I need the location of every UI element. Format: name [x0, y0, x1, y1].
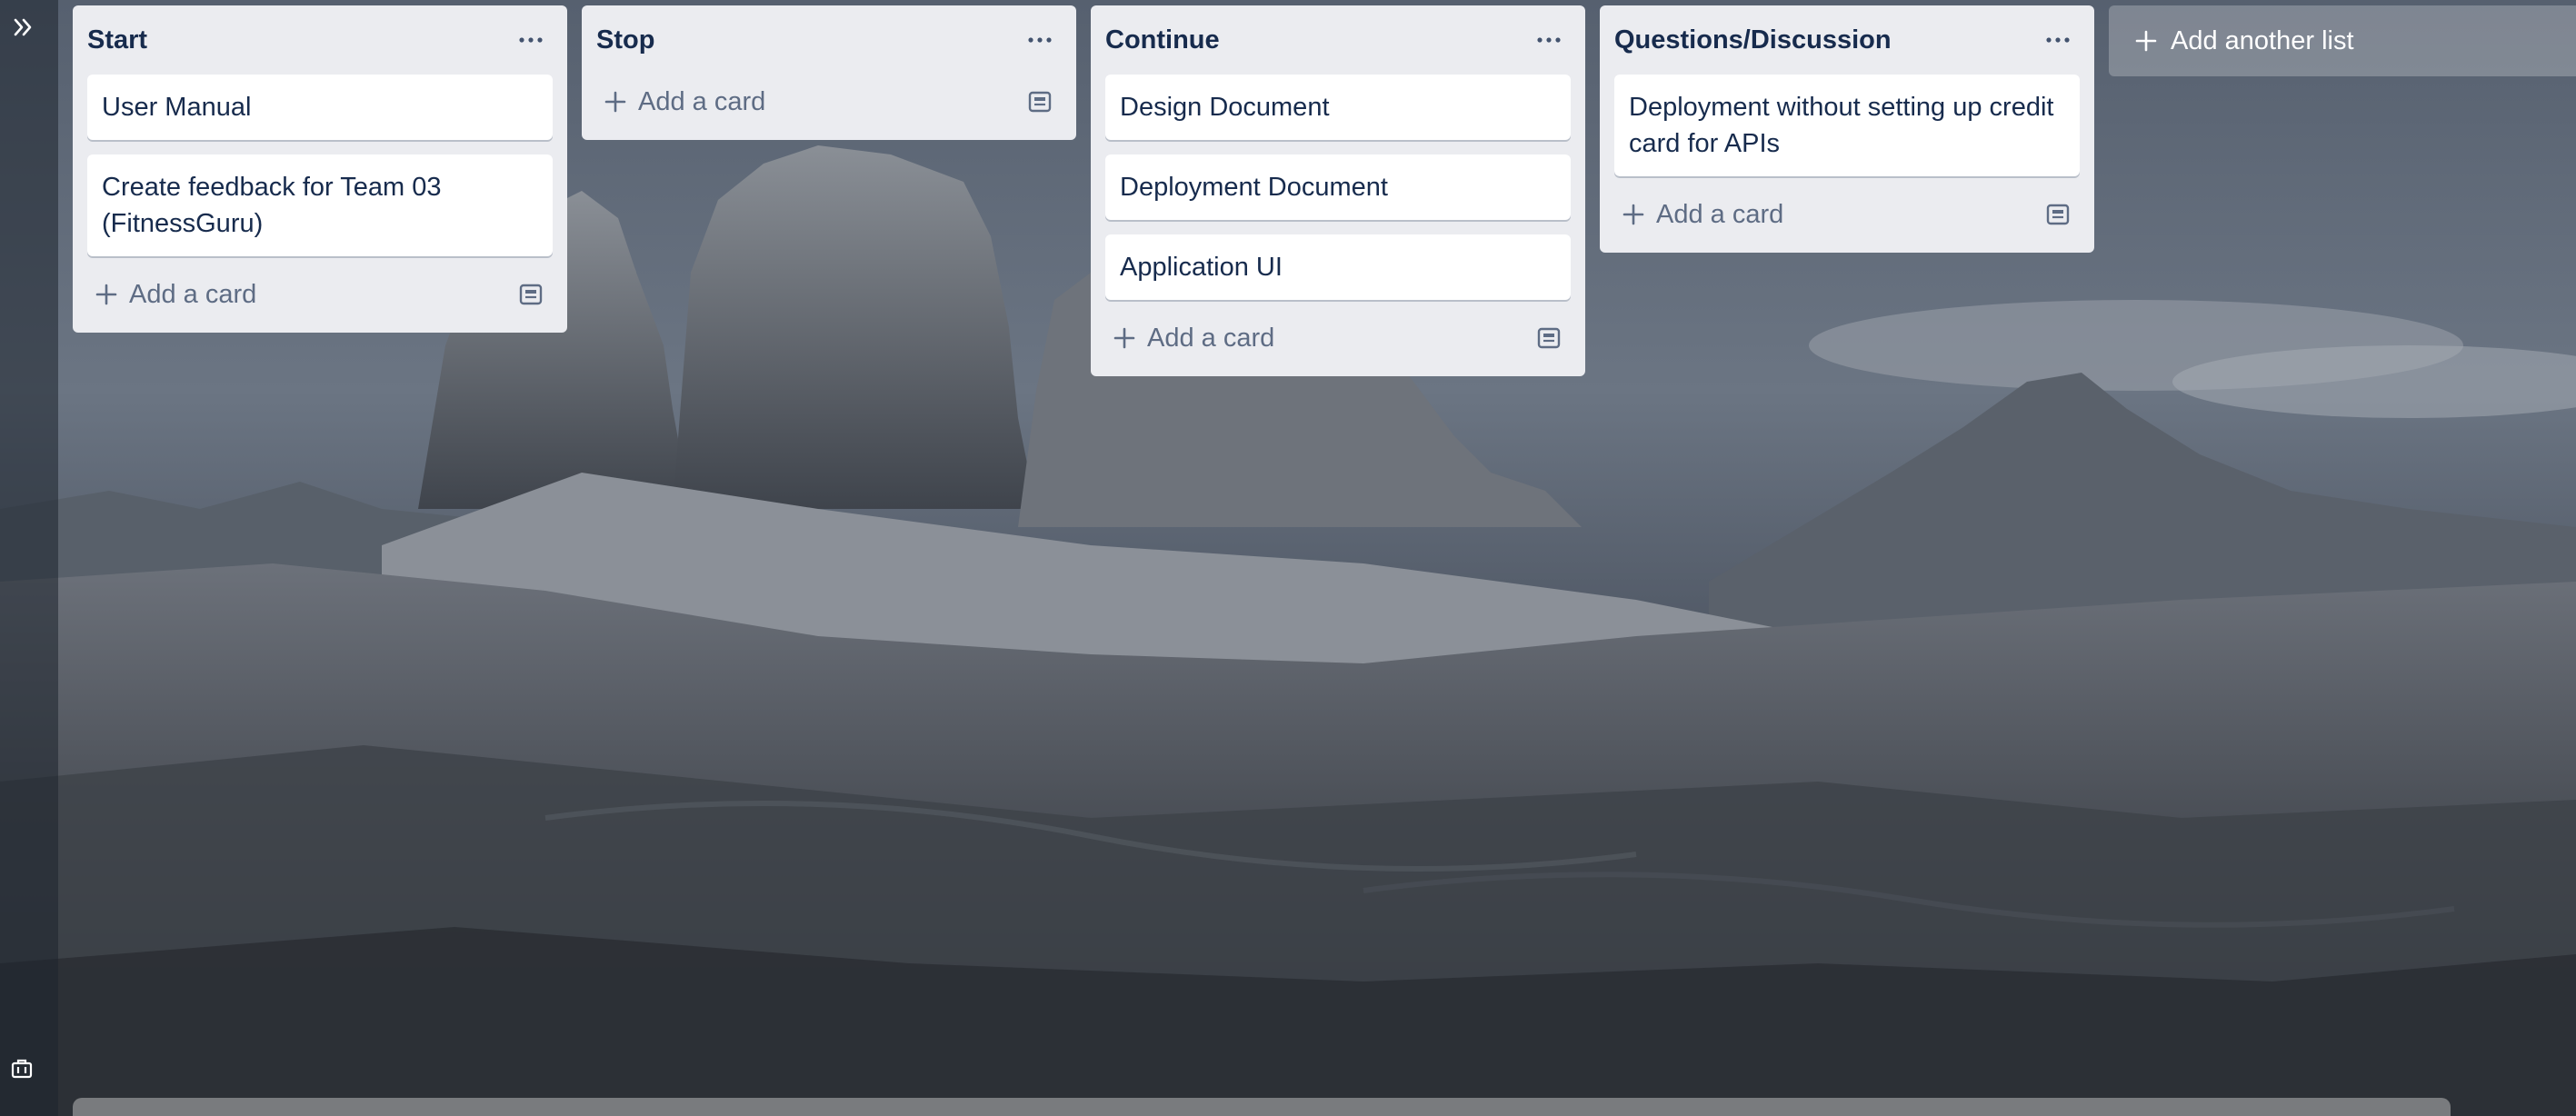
more-horizontal-icon	[2046, 37, 2070, 43]
plus-icon	[95, 284, 117, 305]
plus-icon	[2135, 30, 2157, 52]
add-card-button[interactable]: Add a card	[1614, 189, 1791, 240]
card-template-icon	[1537, 327, 1561, 349]
list-footer: Add a card	[596, 75, 1062, 129]
add-card-button[interactable]: Add a card	[1105, 313, 1282, 364]
more-horizontal-icon	[1028, 37, 1052, 43]
list-header: Questions/Discussion	[1600, 5, 2094, 75]
create-from-template-button[interactable]	[509, 273, 553, 316]
list-header: Continue	[1091, 5, 1585, 75]
card[interactable]: Deployment Document	[1105, 154, 1571, 220]
expand-sidebar-button[interactable]	[7, 11, 40, 44]
list-menu-button[interactable]	[1018, 18, 1062, 62]
briefcase-icon	[11, 1059, 33, 1079]
list-header: Start	[73, 5, 567, 75]
list-title[interactable]: Stop	[596, 25, 654, 55]
list-questions-discussion[interactable]: Questions/Discussion Deployment without …	[1600, 5, 2094, 253]
card[interactable]: Design Document	[1105, 75, 1571, 140]
plus-icon	[1113, 327, 1135, 349]
list-title[interactable]: Questions/Discussion	[1614, 25, 1892, 55]
double-chevron-right-icon	[14, 18, 32, 36]
board-horizontal-scrollbar[interactable]	[73, 1098, 2451, 1116]
scrollbar-thumb[interactable]	[73, 1098, 2451, 1116]
add-another-list-label: Add another list	[2171, 25, 2354, 55]
list-continue[interactable]: Continue Design Document Deployment Docu…	[1091, 5, 1585, 376]
add-card-label: Add a card	[129, 279, 257, 309]
more-horizontal-icon	[519, 37, 543, 43]
list-start[interactable]: Start User Manual Create feedback for Te…	[73, 5, 567, 333]
card[interactable]: Application UI	[1105, 234, 1571, 300]
card-list: Deployment without setting up credit car…	[1614, 75, 2080, 176]
create-from-template-button[interactable]	[2036, 193, 2080, 236]
list-stop[interactable]: Stop Add a card	[582, 5, 1076, 140]
plus-icon	[604, 91, 626, 113]
add-card-label: Add a card	[1656, 199, 1784, 229]
create-from-template-button[interactable]	[1527, 316, 1571, 360]
create-from-template-button[interactable]	[1018, 80, 1062, 124]
briefcase-button[interactable]	[7, 1054, 36, 1083]
card-template-icon	[2046, 204, 2070, 225]
list-menu-button[interactable]	[2036, 18, 2080, 62]
add-card-button[interactable]: Add a card	[596, 76, 773, 127]
card-template-icon	[519, 284, 543, 305]
add-card-label: Add a card	[1147, 323, 1275, 353]
list-title[interactable]: Continue	[1105, 25, 1220, 55]
list-title[interactable]: Start	[87, 25, 147, 55]
list-header: Stop	[582, 5, 1076, 75]
card[interactable]: Create feedback for Team 03 (FitnessGuru…	[87, 154, 553, 256]
board-canvas: Start User Manual Create feedback for Te…	[73, 5, 2576, 376]
list-menu-button[interactable]	[509, 18, 553, 62]
add-another-list-button[interactable]: Add another list	[2109, 5, 2576, 76]
card[interactable]: Deployment without setting up credit car…	[1614, 75, 2080, 176]
add-card-label: Add a card	[638, 86, 766, 116]
add-card-button[interactable]: Add a card	[87, 269, 264, 320]
list-footer: Add a card	[1614, 187, 2080, 242]
card-list: Design Document Deployment Document Appl…	[1105, 75, 1571, 300]
more-horizontal-icon	[1537, 37, 1561, 43]
card[interactable]: User Manual	[87, 75, 553, 140]
card-list: User Manual Create feedback for Team 03 …	[87, 75, 553, 256]
list-footer: Add a card	[87, 267, 553, 322]
list-menu-button[interactable]	[1527, 18, 1571, 62]
plus-icon	[1622, 204, 1644, 225]
card-template-icon	[1028, 91, 1052, 113]
list-footer: Add a card	[1105, 311, 1571, 365]
sidebar-collapsed	[0, 0, 58, 1116]
